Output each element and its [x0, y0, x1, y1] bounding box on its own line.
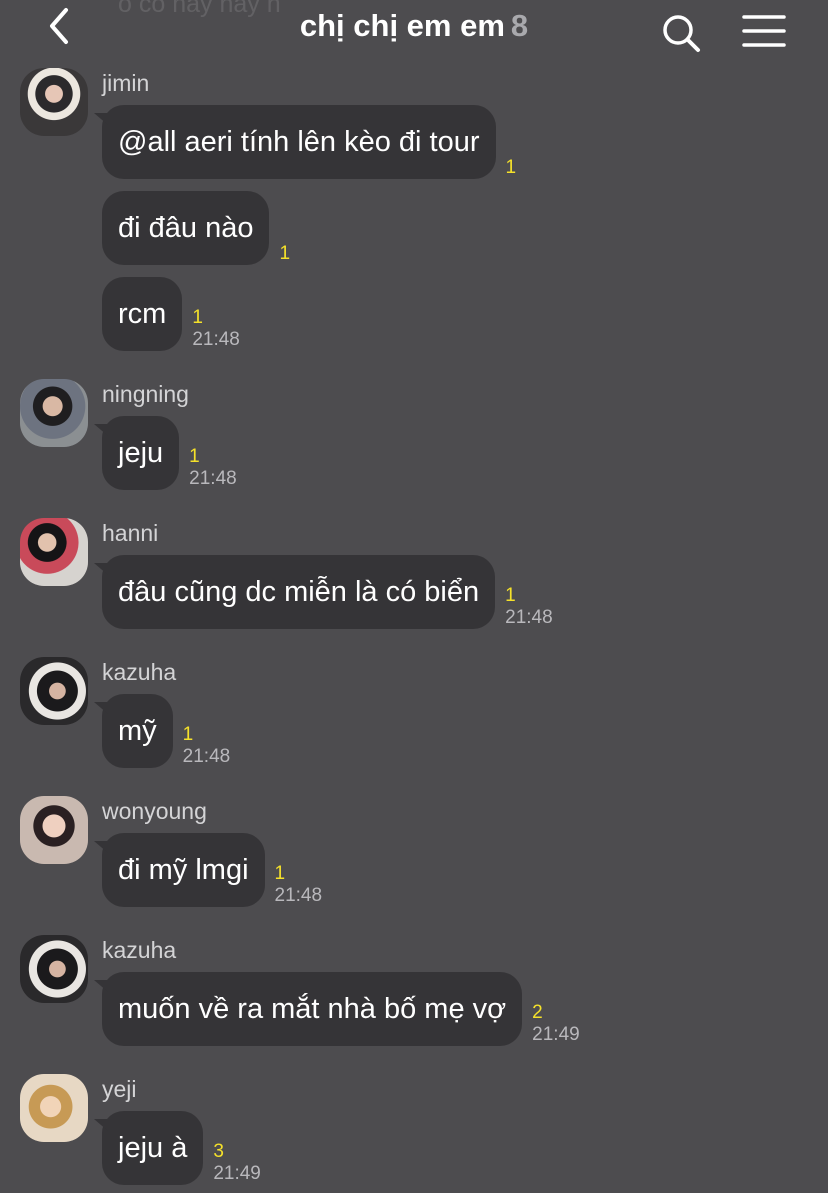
avatar[interactable]	[20, 1074, 88, 1142]
message-bubble[interactable]: đâu cũng dc miễn là có biển	[93, 555, 496, 629]
menu-icon[interactable]	[742, 14, 786, 48]
sender-name: jimin	[102, 70, 150, 96]
unread-count: 1	[505, 585, 516, 606]
avatar[interactable]	[20, 518, 88, 586]
chat-title-text: chị chị em em	[299, 8, 505, 43]
unread-count: 1	[192, 307, 203, 328]
avatar[interactable]	[20, 68, 88, 136]
avatar[interactable]	[20, 796, 88, 864]
avatar[interactable]	[20, 657, 88, 725]
message-time: 21:48	[274, 885, 323, 906]
message-row: jeju à 3 21:49	[93, 1111, 261, 1185]
message-row: rcm 1 21:48	[102, 277, 240, 351]
message-time: 21:49	[532, 1024, 580, 1045]
unread-count: 1	[279, 243, 291, 264]
message-row: @all aeri tính lên kèo đi tour 1	[94, 105, 517, 179]
message-row: đi mỹ lmgi 1 21:48	[94, 833, 323, 907]
unread-count: 1	[505, 157, 517, 178]
message-row: đâu cũng dc miễn là có biển 1 21:48	[93, 555, 553, 629]
message-row: đi đâu nào 1	[102, 191, 290, 265]
sender-name: kazuha	[102, 937, 177, 963]
message-time: 21:49	[213, 1163, 261, 1184]
sender-name: ningning	[102, 381, 189, 407]
message-row: muốn về ra mắt nhà bố mẹ vợ 2 21:49	[93, 972, 580, 1046]
message-bubble[interactable]: jeju	[93, 416, 180, 490]
unread-count: 3	[213, 1141, 224, 1162]
chat-header: ô có hay hay h chị chị em em 8	[0, 0, 828, 60]
search-icon[interactable]	[660, 12, 704, 54]
message-time: 21:48	[505, 607, 553, 628]
message-bubble[interactable]: rcm	[102, 277, 183, 351]
unread-count: 1	[189, 446, 200, 467]
avatar[interactable]	[20, 935, 88, 1003]
sender-name: kazuha	[102, 659, 177, 685]
message-row: mỹ 1 21:48	[94, 694, 231, 768]
message-bubble[interactable]: jeju à	[93, 1111, 204, 1185]
message-bubble[interactable]: @all aeri tính lên kèo đi tour	[94, 105, 496, 179]
avatar[interactable]	[20, 379, 88, 447]
message-time: 21:48	[182, 746, 231, 767]
message-time: 21:48	[189, 468, 237, 489]
sender-name: yeji	[102, 1076, 137, 1102]
message-bubble[interactable]: muốn về ra mắt nhà bố mẹ vợ	[93, 972, 523, 1046]
message-bubble[interactable]: đi mỹ lmgi	[94, 833, 265, 907]
message-bubble[interactable]: đi đâu nào	[102, 191, 270, 265]
member-count: 8	[510, 8, 529, 43]
message-time: 21:48	[192, 329, 240, 350]
sender-name: hanni	[102, 520, 159, 546]
unread-count: 2	[532, 1002, 543, 1023]
sender-name: wonyoung	[102, 798, 207, 824]
unread-count: 1	[182, 724, 194, 745]
message-bubble[interactable]: mỹ	[94, 694, 173, 768]
message-row: jeju 1 21:48	[93, 416, 237, 490]
unread-count: 1	[274, 863, 286, 884]
